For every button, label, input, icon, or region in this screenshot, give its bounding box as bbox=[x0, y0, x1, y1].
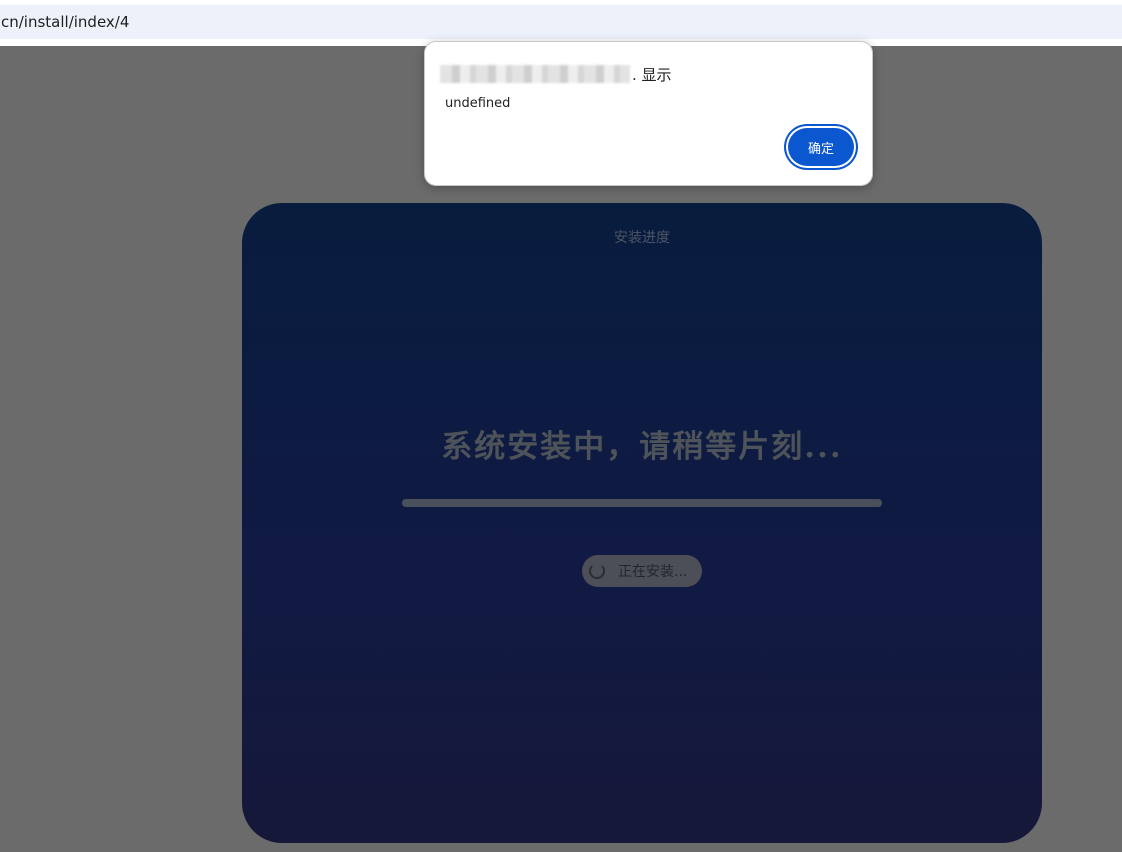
card-title: 安装进度 bbox=[614, 230, 670, 246]
dialog-origin: . 显示 bbox=[440, 64, 672, 84]
dialog-origin-suffix: . 显示 bbox=[632, 65, 672, 84]
redacted-origin-image bbox=[440, 65, 630, 83]
status-badge: 正在安装... bbox=[582, 555, 702, 587]
ok-button[interactable]: 确定 bbox=[788, 128, 854, 166]
loading-spinner-icon bbox=[589, 563, 605, 579]
browser-address-bar: cn/install/index/4 bbox=[0, 0, 1122, 46]
progress-fill bbox=[402, 499, 882, 507]
install-progress-card: 安装进度 系统安装中，请稍等片刻... 正在安装... bbox=[242, 203, 1042, 843]
progress-bar bbox=[402, 499, 882, 507]
install-message: 系统安装中，请稍等片刻... bbox=[441, 429, 843, 465]
status-text: 正在安装... bbox=[618, 564, 688, 580]
dialog-message: undefined bbox=[445, 96, 511, 111]
alert-dialog: . 显示 undefined 确定 bbox=[424, 41, 873, 186]
url-text: cn/install/index/4 bbox=[1, 13, 130, 31]
url-field[interactable]: cn/install/index/4 bbox=[0, 5, 1122, 39]
